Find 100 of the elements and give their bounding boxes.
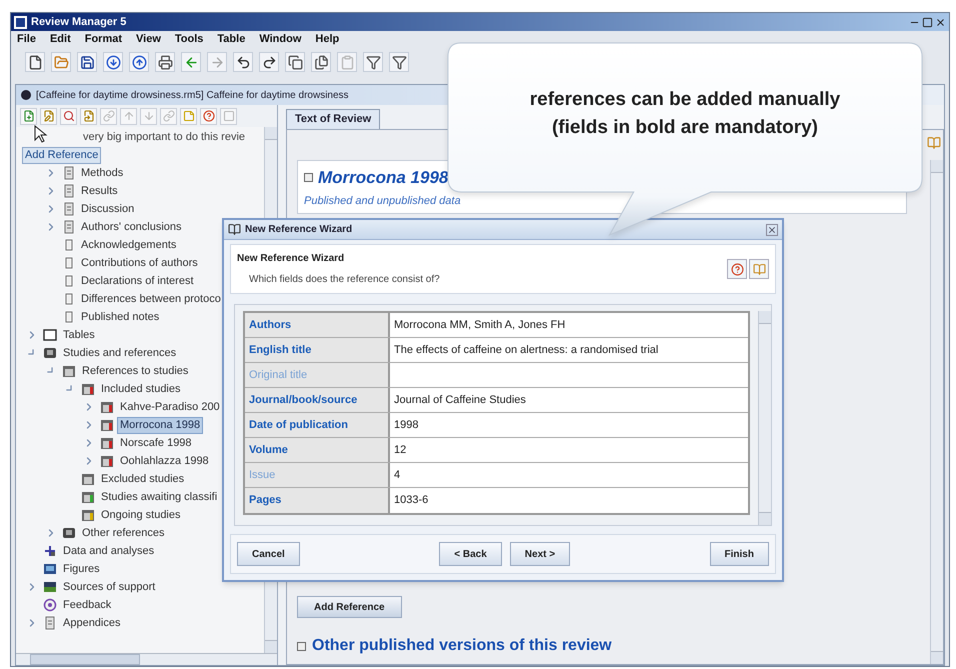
tree-item[interactable]: Published notes — [79, 308, 162, 326]
edit-file-button[interactable] — [40, 108, 57, 124]
menu-item[interactable]: Format — [84, 31, 122, 48]
filter-button[interactable] — [389, 52, 409, 72]
search-button[interactable] — [60, 108, 77, 124]
close-icon[interactable] — [766, 224, 778, 236]
dialog-button[interactable]: Cancel — [237, 542, 300, 566]
clipboard-button[interactable] — [337, 52, 357, 72]
studies-icon — [62, 364, 76, 378]
open-folder-button[interactable] — [51, 52, 71, 72]
arrow-down-button[interactable] — [103, 52, 123, 72]
menu-item[interactable]: File — [17, 31, 36, 48]
help-icon — [730, 262, 744, 276]
dialog-button[interactable]: < Back — [439, 542, 502, 566]
arrow-down-icon — [106, 54, 120, 70]
tree-item[interactable]: Excluded studies — [98, 470, 188, 488]
field-input[interactable]: 1998 — [390, 413, 748, 437]
book-icon — [752, 262, 766, 276]
tree-item[interactable]: Results — [79, 182, 120, 200]
back-arrow-button[interactable] — [181, 52, 201, 72]
tree-item[interactable]: Other references — [79, 524, 168, 542]
menu-item[interactable]: Edit — [50, 31, 71, 48]
tree-item[interactable]: Discussion — [79, 200, 136, 218]
field-input[interactable]: 4 — [390, 463, 748, 487]
study-subheading: Published and unpublished data — [304, 194, 462, 208]
tree-item[interactable]: References to studies — [79, 362, 192, 380]
tree-item[interactable]: Appendices — [60, 614, 124, 632]
tree-item[interactable]: Declarations of interest — [79, 272, 196, 290]
collapse-icon[interactable] — [297, 642, 306, 650]
scrollbar[interactable] — [758, 311, 771, 525]
field-input[interactable]: 1033-6 — [390, 488, 748, 513]
tab[interactable]: Text of Review — [286, 109, 380, 129]
tree-item[interactable]: Studies awaiting classifi — [98, 488, 220, 506]
tree-item[interactable]: very big important to do this revie — [83, 128, 246, 146]
tree-item[interactable]: Feedback — [60, 596, 114, 614]
maximize-icon[interactable] — [922, 16, 933, 28]
menu-item[interactable]: Table — [217, 31, 246, 48]
tree-item[interactable]: Data and analyses — [60, 542, 158, 560]
field-label: Authors — [245, 313, 390, 337]
save-button[interactable] — [77, 52, 97, 72]
close-icon[interactable] — [935, 16, 946, 28]
tree-item[interactable]: Kahve-Paradiso 200 — [117, 398, 223, 416]
arrow-up-icon — [132, 54, 146, 70]
menu-item[interactable]: Window — [259, 31, 302, 48]
field-label: Issue — [245, 463, 390, 487]
tree-item[interactable]: Studies and references — [60, 344, 180, 362]
tree-item[interactable]: Tables — [60, 326, 98, 344]
square-icon — [222, 110, 234, 122]
field-input[interactable]: Journal of Caffeine Studies — [390, 388, 748, 412]
link-button[interactable] — [160, 108, 177, 124]
horizontal-scrollbar[interactable] — [16, 653, 277, 665]
note-button[interactable] — [180, 108, 197, 124]
copy-button[interactable] — [285, 52, 305, 72]
dialog-button[interactable]: Finish — [710, 542, 769, 566]
study-icon — [100, 454, 114, 468]
collapse-icon[interactable] — [304, 173, 313, 182]
print-button[interactable] — [155, 52, 175, 72]
file-link-button[interactable] — [80, 108, 97, 124]
forward-arrow-button[interactable] — [207, 52, 227, 72]
redo-button[interactable] — [259, 52, 279, 72]
note-icon — [182, 110, 194, 122]
tree-item[interactable]: Norscafe 1998 — [117, 434, 195, 452]
field-input[interactable]: 12 — [390, 438, 748, 462]
book-icon[interactable] — [927, 136, 941, 150]
pages-button[interactable] — [311, 52, 331, 72]
clipboard-icon — [340, 54, 354, 70]
book-button[interactable] — [749, 259, 769, 279]
arrow-up-icon — [122, 110, 134, 122]
link-button[interactable] — [100, 108, 117, 124]
dialog-title: New Reference Wizard — [245, 223, 352, 237]
tree-item[interactable]: Oohlahlazza 1998 — [117, 452, 212, 470]
menu-item[interactable]: View — [136, 31, 161, 48]
field-input[interactable]: Morrocona MM, Smith A, Jones FH — [390, 313, 748, 337]
tree-item[interactable]: Ongoing studies — [98, 506, 184, 524]
scrollbar[interactable] — [930, 160, 943, 664]
field-label: English title — [245, 338, 390, 362]
undo-button[interactable] — [233, 52, 253, 72]
tree-item[interactable]: Morrocona 1998 — [117, 416, 204, 434]
help-button[interactable] — [200, 108, 217, 124]
menu-item[interactable]: Tools — [174, 31, 204, 48]
add-file-button[interactable] — [20, 108, 37, 124]
tree-item[interactable]: Authors' conclusions — [79, 218, 184, 236]
add-reference-button[interactable]: Add Reference — [297, 596, 402, 618]
tree-item[interactable]: Sources of support — [60, 578, 158, 596]
arrow-up-button[interactable] — [129, 52, 149, 72]
dialog-button[interactable]: Next > — [510, 542, 570, 566]
support-icon — [43, 580, 57, 594]
study-icon — [81, 382, 95, 396]
field-input[interactable]: The effects of caffeine on alertness: a randomised trial — [390, 338, 748, 362]
tree-item[interactable]: Included studies — [98, 380, 184, 398]
tree-item[interactable]: Methods — [79, 164, 126, 182]
tree-item[interactable]: Differences between protoco — [79, 290, 223, 308]
menu-item[interactable]: Help — [315, 31, 340, 48]
tree-item[interactable]: Contributions of authors — [79, 254, 200, 272]
help-button[interactable] — [727, 259, 747, 279]
tree-item[interactable]: Acknowledgements — [79, 236, 178, 254]
add-file-icon — [22, 110, 34, 122]
tree-item[interactable]: Figures — [60, 560, 103, 578]
new-file-button[interactable] — [25, 52, 45, 72]
filter-button[interactable] — [363, 52, 383, 72]
